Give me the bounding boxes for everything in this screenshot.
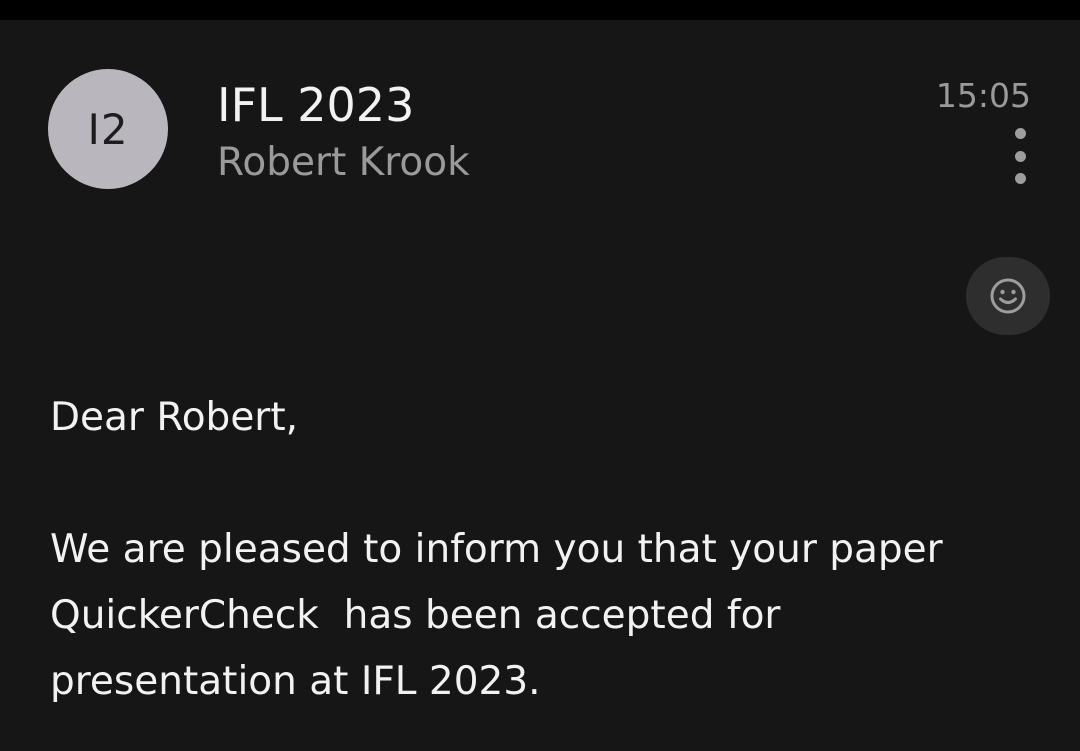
email-subject: IFL 2023 [217, 78, 415, 132]
email-body-line: presentation at IFL 2023. [50, 659, 541, 704]
more-options-button[interactable] [1000, 128, 1040, 184]
email-body-line: We are pleased to inform you that your p… [50, 527, 943, 572]
email-body-line: QuickerCheck has been accepted for [50, 593, 781, 638]
more-vertical-icon [1014, 128, 1026, 139]
email-view: I2 IFL 2023 Robert Krook 15:05 Dear Robe… [0, 20, 1080, 751]
more-vertical-icon-dot [1014, 150, 1026, 162]
email-body: We are pleased to inform you that your p… [50, 517, 943, 715]
add-reaction-button[interactable] [966, 257, 1050, 335]
status-bar [0, 0, 1080, 20]
more-vertical-icon-dot [1014, 173, 1026, 184]
email-time: 15:05 [935, 76, 1031, 115]
email-greeting: Dear Robert, [50, 395, 299, 440]
avatar[interactable]: I2 [48, 69, 168, 189]
smiley-icon [990, 278, 1026, 314]
avatar-initials: I2 [87, 104, 129, 154]
sender-name[interactable]: Robert Krook [217, 140, 470, 186]
